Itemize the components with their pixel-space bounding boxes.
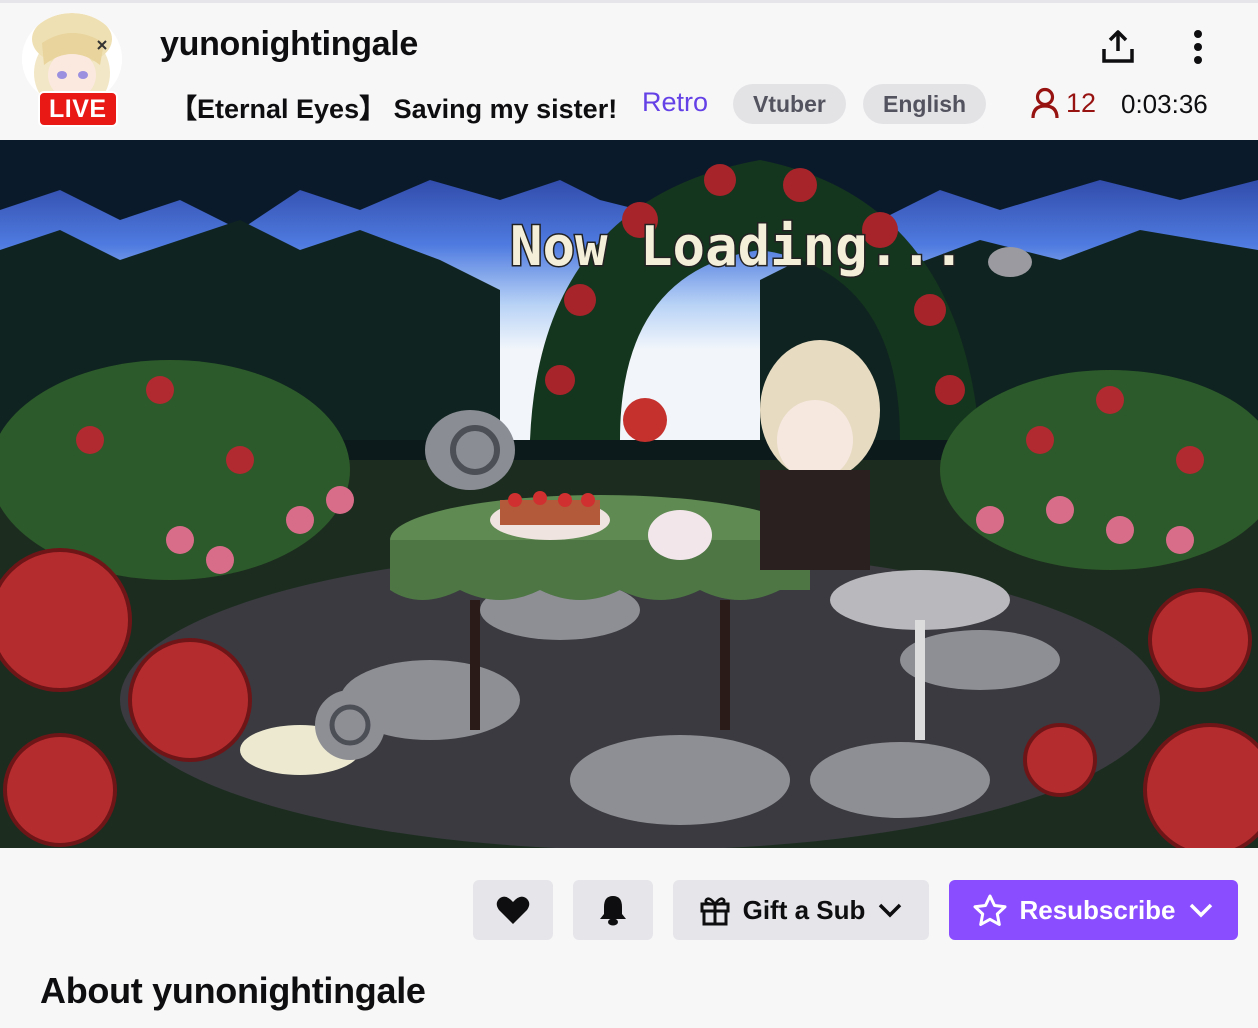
follow-button[interactable] xyxy=(473,880,553,940)
loading-overlay-text: Now Loading... xyxy=(510,215,965,278)
live-badge: LIVE xyxy=(38,91,118,127)
notifications-button[interactable] xyxy=(573,880,653,940)
viewer-count: 12 xyxy=(1030,87,1096,119)
bell-icon xyxy=(600,896,626,926)
more-options-button[interactable] xyxy=(1180,25,1216,69)
share-icon xyxy=(1102,30,1134,63)
about-heading: About yunonightingale xyxy=(40,970,426,1011)
resubscribe-button[interactable]: Resubscribe xyxy=(949,880,1238,940)
category-link[interactable]: Retro xyxy=(642,87,708,118)
tag-vtuber[interactable]: Vtuber xyxy=(733,84,846,124)
gift-sub-button[interactable]: Gift a Sub xyxy=(673,880,929,940)
gift-sub-label: Gift a Sub xyxy=(742,894,866,925)
chevron-down-icon xyxy=(1189,903,1212,918)
more-options-icon xyxy=(1194,30,1202,64)
person-icon xyxy=(1031,87,1059,119)
tag-english[interactable]: English xyxy=(863,84,987,124)
stream-uptime: 0:03:36 xyxy=(1121,89,1208,119)
gift-icon xyxy=(700,897,730,926)
resubscribe-label: Resubscribe xyxy=(1019,894,1176,925)
stream-title: 【Eternal Eyes】 Saving my sister! xyxy=(170,94,618,124)
channel-name[interactable]: yunonightingale xyxy=(160,25,418,64)
channel-avatar[interactable]: LIVE xyxy=(20,13,126,127)
chevron-down-icon xyxy=(879,903,902,918)
video-player[interactable]: Now Loading... xyxy=(0,140,1258,848)
stream-thumbnail: Now Loading... xyxy=(0,140,1258,848)
channel-actions: Gift a Sub Resubscribe xyxy=(0,880,1258,940)
share-button[interactable] xyxy=(1096,25,1140,69)
heart-icon xyxy=(496,896,530,924)
channel-header: LIVE yunonightingale 【Eternal Eyes】 Savi… xyxy=(0,0,1258,140)
star-icon xyxy=(973,894,1007,926)
viewer-count-value: 12 xyxy=(1066,87,1097,118)
